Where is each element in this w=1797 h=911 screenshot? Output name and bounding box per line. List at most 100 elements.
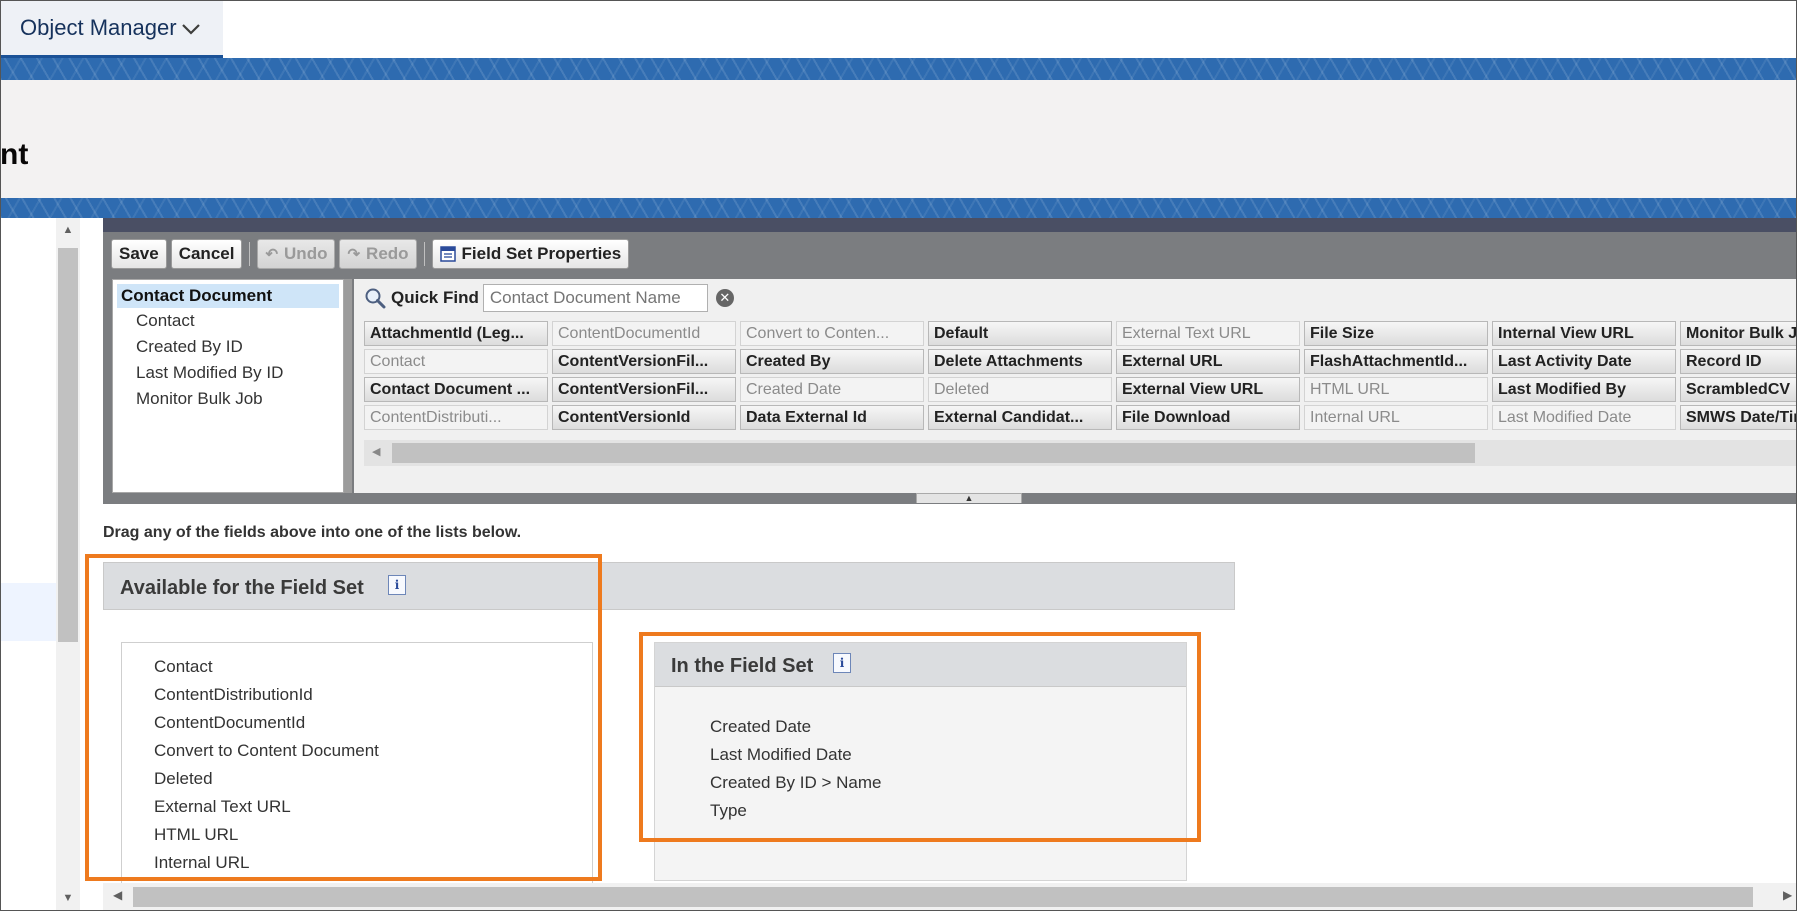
- redo-button[interactable]: ↷ Redo: [339, 239, 417, 269]
- in-the-field-set-panel: In the Field Set i Created Date Last Modi…: [654, 642, 1187, 881]
- toolbar-divider: [423, 242, 425, 266]
- field-palette-item[interactable]: Default: [928, 321, 1112, 346]
- available-panel-header: Available for the Field Set i: [103, 562, 1235, 610]
- in-set-field-item[interactable]: Created By ID > Name: [710, 769, 882, 797]
- properties-icon: [439, 246, 456, 262]
- palette-scroll-thumb[interactable]: [392, 443, 1475, 463]
- in-set-panel-header: In the Field Set i: [655, 643, 1186, 687]
- in-set-field-item[interactable]: Type: [710, 797, 882, 825]
- undo-icon: ↶: [265, 246, 279, 263]
- drag-instruction: Drag any of the fields above into one of…: [103, 524, 522, 541]
- field-palette-item[interactable]: AttachmentId (Leg...: [364, 321, 548, 346]
- field-palette-item[interactable]: External View URL: [1116, 377, 1300, 402]
- page-header: nt: [0, 80, 1797, 198]
- field-palette-item[interactable]: ContentDistributi...: [364, 405, 548, 430]
- undo-button[interactable]: ↶ Undo: [257, 239, 336, 269]
- quick-find: Quick Find ✕: [364, 283, 734, 313]
- tree-item-last-modified-by-id[interactable]: Last Modified By ID: [113, 360, 343, 386]
- field-set-properties-button[interactable]: Field Set Properties: [431, 239, 630, 269]
- available-field-item[interactable]: Convert to Content Document: [122, 737, 592, 765]
- scroll-left-icon[interactable]: ◀: [113, 888, 122, 902]
- quick-find-input[interactable]: [482, 284, 708, 312]
- in-set-panel-title: In the Field Set: [671, 655, 814, 677]
- field-palette-item[interactable]: ContentVersionId: [552, 405, 736, 430]
- palette-horizontal-scrollbar[interactable]: ◀: [364, 440, 1797, 466]
- field-palette-item[interactable]: External Candidat...: [928, 405, 1112, 430]
- tree-item-contact[interactable]: Contact: [113, 308, 343, 334]
- field-grid: AttachmentId (Leg... Contact Contact Docum…: [364, 321, 1797, 430]
- field-palette-item[interactable]: Contact Document ...: [364, 377, 548, 402]
- page-horizontal-scrollbar[interactable]: ◀ ▶: [103, 883, 1797, 911]
- vertical-scroll-thumb[interactable]: [58, 248, 78, 642]
- field-palette-item[interactable]: External URL: [1116, 349, 1300, 374]
- field-palette-item[interactable]: Internal URL: [1304, 405, 1488, 430]
- field-palette-item[interactable]: File Download: [1116, 405, 1300, 430]
- field-palette-item[interactable]: External Text URL: [1116, 321, 1300, 346]
- tree-item-created-by-id[interactable]: Created By ID: [113, 334, 343, 360]
- palette-top-strip: [103, 218, 1797, 232]
- layout-toolbar: Save Cancel ↶ Undo ↷ Redo Field Set Prop…: [111, 238, 630, 270]
- field-palette-item[interactable]: File Size: [1304, 321, 1488, 346]
- field-palette-item[interactable]: FlashAttachmentId...: [1304, 349, 1488, 374]
- field-palette-item[interactable]: HTML URL: [1304, 377, 1488, 402]
- field-palette-item[interactable]: Last Modified By: [1492, 377, 1676, 402]
- object-manager-tab[interactable]: Object Manager: [0, 0, 223, 58]
- toolbar-divider: [249, 242, 251, 266]
- chevron-down-icon[interactable]: [180, 19, 202, 39]
- in-set-field-item[interactable]: Last Modified Date: [710, 741, 882, 769]
- field-palette-item[interactable]: Last Modified Date: [1492, 405, 1676, 430]
- field-palette-item[interactable]: Created Date: [740, 377, 924, 402]
- available-field-item[interactable]: HTML URL: [122, 821, 592, 849]
- info-icon[interactable]: i: [833, 653, 851, 673]
- field-palette-item[interactable]: Convert to Conten...: [740, 321, 924, 346]
- available-field-item[interactable]: External Text URL: [122, 793, 592, 821]
- tree-item-monitor-bulk-job[interactable]: Monitor Bulk Job: [113, 386, 343, 412]
- palette-splitter[interactable]: [344, 279, 352, 493]
- in-set-fields-list: Created Date Last Modified Date Created By…: [710, 713, 882, 825]
- left-panel-selected-item[interactable]: [0, 583, 56, 641]
- available-field-item[interactable]: Deleted: [122, 765, 592, 793]
- field-palette-item[interactable]: Record ID: [1680, 349, 1797, 374]
- field-palette-item[interactable]: Contact: [364, 349, 548, 374]
- available-field-item[interactable]: ContentDistributionId: [122, 681, 592, 709]
- cancel-button[interactable]: Cancel: [170, 239, 243, 269]
- field-palette-item[interactable]: Data External Id: [740, 405, 924, 430]
- quick-find-label: Quick Find: [391, 288, 479, 307]
- available-field-item[interactable]: Internal URL: [122, 849, 592, 877]
- available-panel-title: Available for the Field Set: [120, 577, 364, 599]
- field-palette-item[interactable]: Last Activity Date: [1492, 349, 1676, 374]
- scroll-down-icon[interactable]: ▼: [56, 888, 80, 908]
- field-palette-item[interactable]: ContentDocumentId: [552, 321, 736, 346]
- field-area: Quick Find ✕ AttachmentId (Leg... Contact…: [354, 279, 1797, 493]
- brand-band-lower: [0, 198, 1797, 218]
- available-field-item[interactable]: ContentDocumentId: [122, 709, 592, 737]
- info-icon[interactable]: i: [388, 575, 406, 595]
- scroll-left-icon[interactable]: ◀: [372, 445, 380, 458]
- vertical-scrollbar[interactable]: ▲ ▼: [56, 218, 80, 911]
- field-palette-item[interactable]: Deleted: [928, 377, 1112, 402]
- field-palette-item[interactable]: SMWS Date/Tim: [1680, 405, 1797, 430]
- field-palette-item[interactable]: ContentVersionFil...: [552, 377, 736, 402]
- redo-icon: ↷: [347, 246, 361, 263]
- object-manager-tab-label: Object Manager: [20, 14, 177, 40]
- tree-root-contact-document[interactable]: Contact Document: [117, 284, 339, 308]
- scroll-up-icon[interactable]: ▲: [56, 220, 80, 240]
- undo-label: Undo: [284, 244, 328, 263]
- page-title: nt: [0, 138, 29, 171]
- field-palette-item[interactable]: Internal View URL: [1492, 321, 1676, 346]
- field-palette-item[interactable]: ScrambledCV: [1680, 377, 1797, 402]
- available-fields-list: Contact ContentDistributionId ContentDocum…: [121, 642, 593, 911]
- page-scroll-thumb[interactable]: [133, 887, 1753, 907]
- scroll-right-icon[interactable]: ▶: [1783, 888, 1792, 902]
- clear-search-icon[interactable]: ✕: [715, 289, 734, 307]
- in-set-field-item[interactable]: Created Date: [710, 713, 882, 741]
- available-field-item[interactable]: Contact: [122, 653, 592, 681]
- object-tree: Contact Document Contact Created By ID L…: [112, 279, 344, 493]
- save-button[interactable]: Save: [111, 239, 167, 269]
- palette-collapse-handle[interactable]: ▲: [916, 493, 1022, 503]
- field-palette-item[interactable]: Created By: [740, 349, 924, 374]
- redo-label: Redo: [366, 244, 409, 263]
- field-palette-item[interactable]: Monitor Bulk Jo: [1680, 321, 1797, 346]
- field-palette-item[interactable]: Delete Attachments: [928, 349, 1112, 374]
- field-palette-item[interactable]: ContentVersionFil...: [552, 349, 736, 374]
